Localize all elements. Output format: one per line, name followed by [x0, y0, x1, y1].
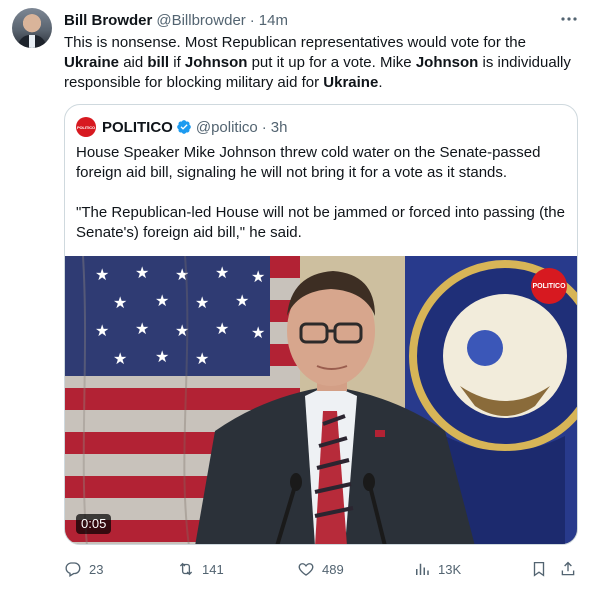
quoted-paragraph-2: "The Republican-led House will not be ja… — [76, 204, 565, 241]
highlighted-term: bill — [147, 54, 170, 71]
tweet[interactable]: Bill Browder @Billbrowder · 14m This is … — [0, 0, 606, 597]
svg-text:★: ★ — [251, 323, 265, 342]
retweet-icon — [179, 562, 193, 576]
verified-badge-icon — [177, 120, 191, 134]
quoted-author-name[interactable]: POLITICO — [102, 119, 173, 136]
author-name[interactable]: Bill Browder — [64, 12, 152, 29]
reply-button[interactable]: 23 — [64, 558, 103, 580]
reply-count: 23 — [89, 561, 104, 577]
share-icon — [561, 561, 575, 576]
politico-video-badge: POLITICO — [531, 268, 567, 304]
svg-text:★: ★ — [215, 319, 229, 338]
svg-text:★: ★ — [155, 347, 169, 366]
svg-text:★: ★ — [155, 291, 169, 310]
retweet-button[interactable]: 141 — [177, 558, 224, 580]
svg-text:★: ★ — [113, 349, 127, 368]
text-segment: put it up for a vote. Mike — [247, 54, 416, 71]
text-segment: . — [378, 74, 383, 91]
tweet-header: Bill Browder @Billbrowder · 14m — [64, 10, 586, 30]
text-segment: This is nonsense. Most Republican repres… — [64, 34, 526, 51]
more-dots-icon[interactable] — [560, 10, 578, 28]
header-separator: · — [249, 11, 255, 29]
quoted-tweet-text: House Speaker Mike Johnson threw cold wa… — [76, 143, 566, 243]
text-segment: if — [169, 54, 185, 71]
views-button[interactable]: 13K — [413, 558, 461, 580]
highlighted-term: Ukraine — [64, 54, 120, 71]
bookmark-button[interactable] — [530, 558, 548, 580]
video-player[interactable]: ★ ★ ★ ★ ★ ★ ★ ★ ★ ★ ★ ★ ★ ★ ★ ★ ★ POLITI… — [65, 256, 577, 544]
svg-text:★: ★ — [113, 293, 127, 312]
tweet-time[interactable]: 14m — [259, 12, 288, 29]
bookmark-icon — [533, 561, 545, 577]
quoted-tweet-header: POLITICO POLITICO @politico · 3h — [76, 117, 287, 137]
video-frame: ★ ★ ★ ★ ★ ★ ★ ★ ★ ★ ★ ★ ★ ★ ★ ★ ★ — [65, 256, 577, 544]
views-icon — [416, 563, 429, 575]
svg-text:★: ★ — [95, 321, 109, 340]
svg-text:★: ★ — [135, 319, 149, 338]
avatar-shirt — [29, 35, 35, 48]
views-count: 13K — [438, 561, 462, 577]
like-button[interactable]: 489 — [297, 558, 344, 580]
highlighted-term: Johnson — [184, 54, 248, 71]
video-time-label: 0:05 — [76, 514, 112, 534]
quoted-header-separator: · — [261, 118, 267, 136]
quoted-author-avatar[interactable]: POLITICO — [76, 117, 96, 137]
tweet-text: This is nonsense. Most Republican repres… — [64, 33, 584, 93]
like-icon — [298, 563, 314, 576]
retweet-count: 141 — [202, 561, 224, 577]
author-handle[interactable]: @Billbrowder — [156, 12, 245, 29]
quoted-author-handle[interactable]: @politico — [196, 119, 258, 136]
quoted-tweet[interactable]: POLITICO POLITICO @politico · 3h House S… — [64, 104, 578, 545]
reply-icon — [65, 562, 81, 577]
svg-text:★: ★ — [215, 263, 229, 282]
svg-text:★: ★ — [95, 265, 109, 284]
like-count: 489 — [322, 561, 344, 577]
svg-text:★: ★ — [235, 291, 249, 310]
tweet-actions-bar: 23 141 489 13K — [64, 558, 584, 580]
highlighted-term: Ukraine — [323, 74, 379, 91]
author-avatar[interactable] — [12, 8, 52, 48]
quoted-paragraph-1: House Speaker Mike Johnson threw cold wa… — [76, 144, 541, 181]
svg-text:★: ★ — [135, 263, 149, 282]
text-segment: aid — [119, 54, 148, 71]
svg-text:★: ★ — [251, 267, 265, 286]
svg-text:★: ★ — [195, 349, 209, 368]
quoted-tweet-time[interactable]: 3h — [271, 119, 288, 136]
highlighted-term: Johnson — [415, 54, 479, 71]
share-button[interactable] — [559, 558, 577, 580]
svg-text:★: ★ — [195, 293, 209, 312]
